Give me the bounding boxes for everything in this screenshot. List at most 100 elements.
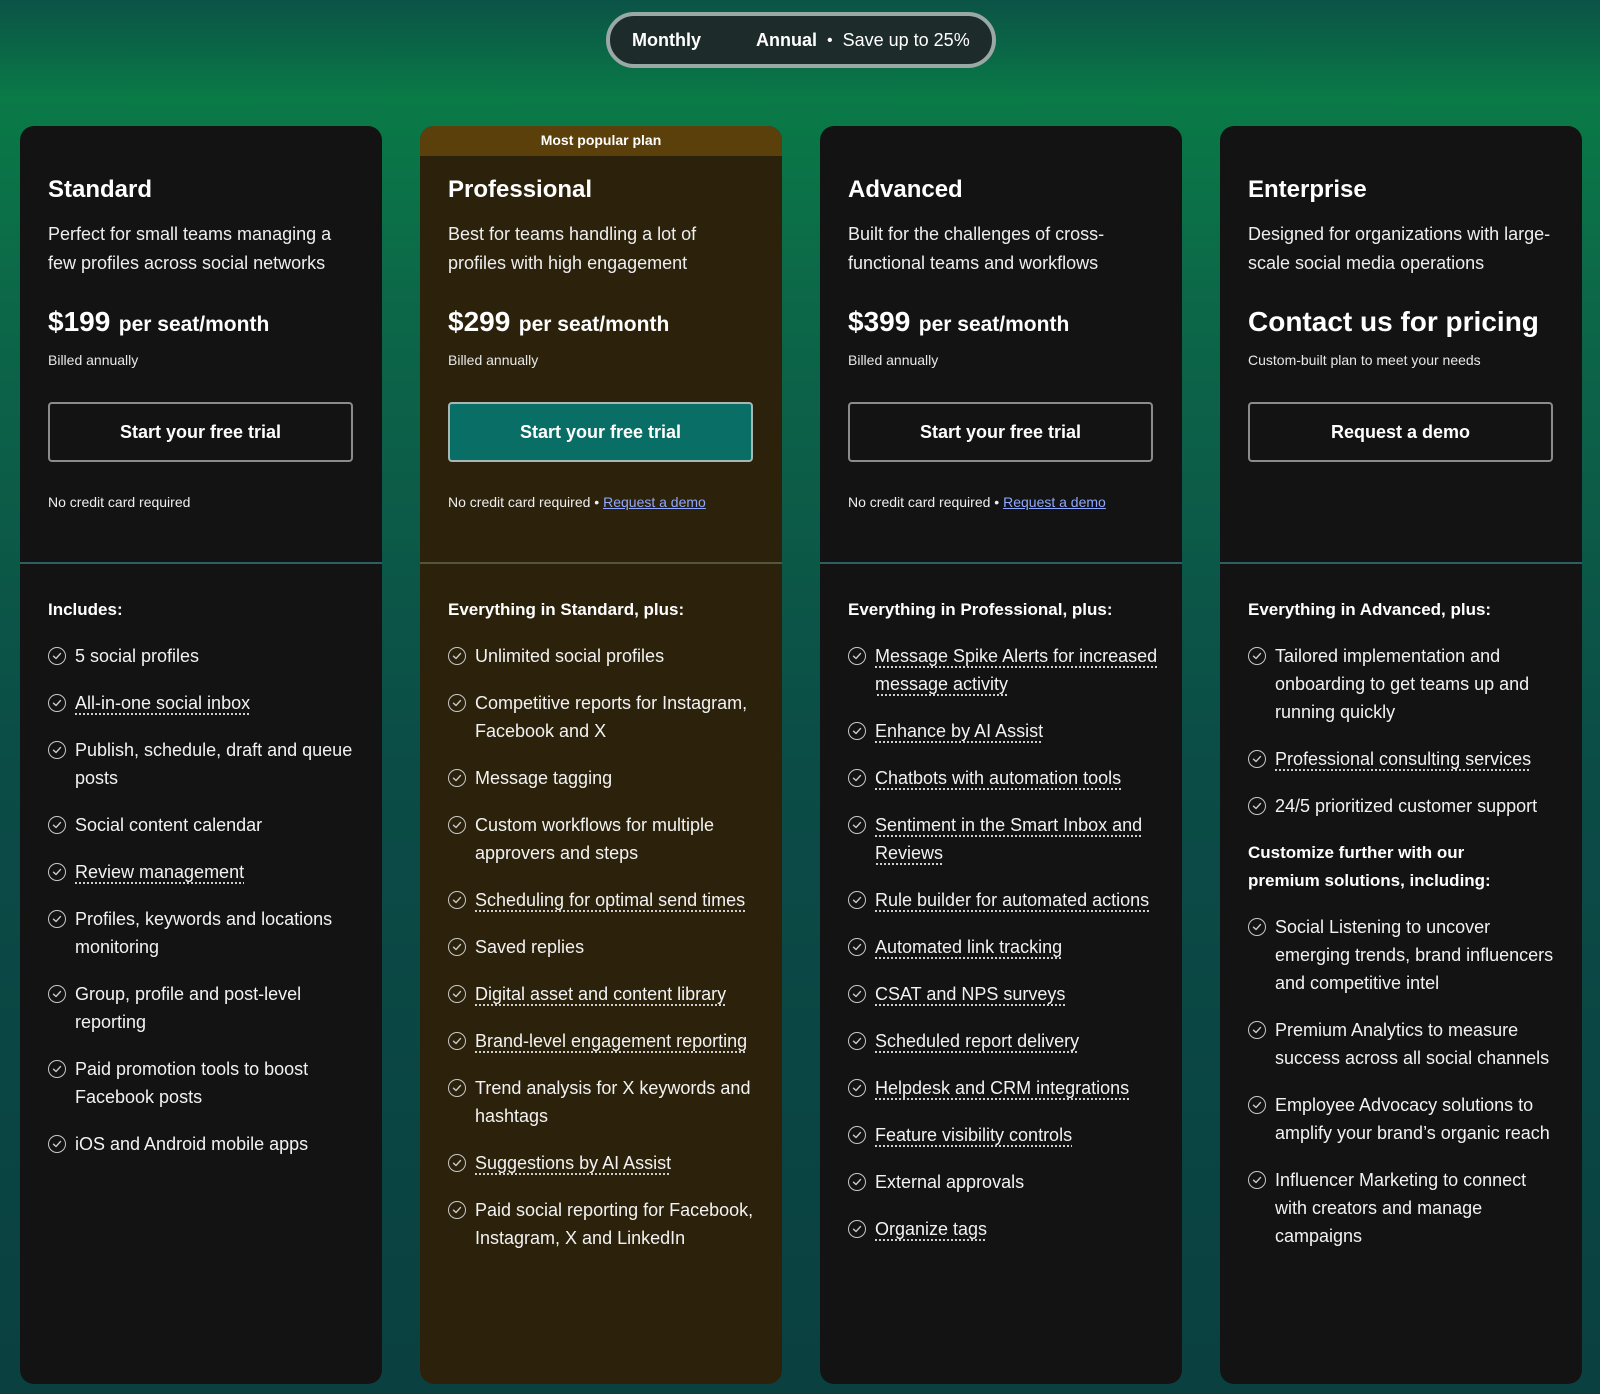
check-circle-icon bbox=[48, 1135, 66, 1153]
divider bbox=[820, 562, 1182, 564]
check-circle-icon bbox=[848, 985, 866, 1003]
feature-item: Saved replies bbox=[448, 933, 762, 961]
feature-text: Paid social reporting for Facebook, Inst… bbox=[475, 1200, 754, 1248]
toggle-monthly[interactable]: Monthly bbox=[632, 30, 701, 51]
feature-item: Profiles, keywords and locations monitor… bbox=[48, 905, 362, 961]
feature-text[interactable]: Rule builder for automated actions bbox=[875, 890, 1150, 912]
most-popular-banner: Most popular plan bbox=[420, 126, 782, 156]
feature-text[interactable]: Review management bbox=[75, 862, 245, 884]
check-circle-icon bbox=[448, 647, 466, 665]
start-trial-button[interactable]: Start your free trial bbox=[448, 402, 753, 462]
check-circle-icon bbox=[448, 1032, 466, 1050]
custom-plan-note: Custom-built plan to meet your needs bbox=[1248, 352, 1481, 368]
start-trial-button[interactable]: Start your free trial bbox=[848, 402, 1153, 462]
toggle-save-label: Save up to 25% bbox=[842, 30, 970, 50]
feature-item: Rule builder for automated actions bbox=[848, 886, 1162, 914]
feature-text[interactable]: Feature visibility controls bbox=[875, 1125, 1073, 1147]
feature-item: Suggestions by AI Assist bbox=[448, 1149, 762, 1177]
check-circle-icon bbox=[848, 722, 866, 740]
feature-item: Social content calendar bbox=[48, 811, 362, 839]
check-circle-icon bbox=[48, 694, 66, 712]
feature-item: Paid social reporting for Facebook, Inst… bbox=[448, 1196, 762, 1252]
request-demo-button[interactable]: Request a demo bbox=[1248, 402, 1553, 462]
billing-toggle[interactable]: Monthly Annual • Save up to 25% bbox=[606, 12, 996, 68]
feature-item: Message tagging bbox=[448, 764, 762, 792]
feature-item: Helpdesk and CRM integrations bbox=[848, 1074, 1162, 1102]
plan-price: $399 per seat/month bbox=[848, 306, 1069, 338]
feature-item: Digital asset and content library bbox=[448, 980, 762, 1008]
feature-item: Feature visibility controls bbox=[848, 1121, 1162, 1149]
feature-text[interactable]: Brand-level engagement reporting bbox=[475, 1031, 748, 1053]
feature-item: Chatbots with automation tools bbox=[848, 764, 1162, 792]
no-credit-card-note: No credit card required • Request a demo bbox=[848, 494, 1106, 510]
toggle-annual-label: Annual bbox=[756, 30, 817, 50]
premium-heading: Customize further with our premium solut… bbox=[1248, 843, 1491, 890]
feature-text[interactable]: Helpdesk and CRM integrations bbox=[875, 1078, 1130, 1100]
feature-item: Tailored implementation and onboarding t… bbox=[1248, 642, 1562, 726]
feature-text[interactable]: Automated link tracking bbox=[875, 937, 1063, 959]
feature-list: Everything in Advanced, plus: Tailored im… bbox=[1248, 596, 1562, 1269]
check-circle-icon bbox=[848, 1126, 866, 1144]
no-credit-card-note: No credit card required bbox=[48, 494, 190, 510]
feature-text[interactable]: CSAT and NPS surveys bbox=[875, 984, 1066, 1006]
divider bbox=[20, 562, 382, 564]
plan-description: Best for teams handling a lot of profile… bbox=[448, 224, 697, 273]
feature-text[interactable]: Message Spike Alerts for increased messa… bbox=[875, 646, 1158, 696]
separator-dot: • bbox=[827, 31, 833, 49]
check-circle-icon bbox=[1248, 1021, 1266, 1039]
request-demo-link[interactable]: Request a demo bbox=[1003, 494, 1106, 510]
feature-text[interactable]: Digital asset and content library bbox=[475, 984, 727, 1006]
feature-item: Paid promotion tools to boost Facebook p… bbox=[48, 1055, 362, 1111]
feature-item: Enhance by AI Assist bbox=[848, 717, 1162, 745]
feature-item: Organize tags bbox=[848, 1215, 1162, 1243]
plan-name: Professional bbox=[448, 176, 593, 203]
plan-card-enterprise: Enterprise Designed for organizations wi… bbox=[1220, 126, 1582, 1384]
feature-text[interactable]: Scheduled report delivery bbox=[875, 1031, 1080, 1053]
feature-text: 5 social profiles bbox=[75, 646, 200, 666]
feature-list: Includes: 5 social profiles All-in-one soc… bbox=[48, 596, 362, 1177]
feature-text: Influencer Marketing to connect with cre… bbox=[1275, 1170, 1527, 1246]
toggle-annual[interactable]: Annual • Save up to 25% bbox=[756, 30, 970, 51]
request-demo-link[interactable]: Request a demo bbox=[603, 494, 706, 510]
note-text: No credit card required bbox=[848, 494, 991, 510]
feature-item: Scheduled report delivery bbox=[848, 1027, 1162, 1055]
start-trial-button[interactable]: Start your free trial bbox=[48, 402, 353, 462]
check-circle-icon bbox=[1248, 750, 1266, 768]
check-circle-icon bbox=[1248, 1171, 1266, 1189]
feature-text[interactable]: Suggestions by AI Assist bbox=[475, 1153, 672, 1175]
check-circle-icon bbox=[448, 1079, 466, 1097]
features-heading: Everything in Standard, plus: bbox=[448, 600, 685, 619]
check-circle-icon bbox=[48, 647, 66, 665]
check-circle-icon bbox=[848, 647, 866, 665]
feature-text: Premium Analytics to measure success acr… bbox=[1275, 1020, 1550, 1068]
plan-description: Designed for organizations with large-sc… bbox=[1248, 224, 1551, 273]
feature-item: iOS and Android mobile apps bbox=[48, 1130, 362, 1158]
plan-description: Perfect for small teams managing a few p… bbox=[48, 224, 332, 273]
feature-text[interactable]: Organize tags bbox=[875, 1219, 988, 1241]
price-unit: per seat/month bbox=[118, 313, 270, 336]
feature-list: Everything in Standard, plus: Unlimited s… bbox=[448, 596, 762, 1271]
feature-text: Tailored implementation and onboarding t… bbox=[1275, 646, 1530, 722]
feature-text[interactable]: Sentiment in the Smart Inbox and Reviews bbox=[875, 815, 1143, 865]
divider bbox=[1220, 562, 1582, 564]
feature-item: Custom workflows for multiple approvers … bbox=[448, 811, 762, 867]
check-circle-icon bbox=[848, 1173, 866, 1191]
feature-text[interactable]: Scheduling for optimal send times bbox=[475, 890, 746, 912]
feature-item: CSAT and NPS surveys bbox=[848, 980, 1162, 1008]
feature-text: Paid promotion tools to boost Facebook p… bbox=[75, 1059, 309, 1107]
feature-text[interactable]: Professional consulting services bbox=[1275, 749, 1532, 771]
check-circle-icon bbox=[1248, 647, 1266, 665]
note-separator: • bbox=[594, 494, 604, 510]
feature-text[interactable]: All-in-one social inbox bbox=[75, 693, 251, 715]
plan-card-advanced: Advanced Built for the challenges of cro… bbox=[820, 126, 1182, 1384]
check-circle-icon bbox=[448, 1154, 466, 1172]
price-amount: $399 bbox=[848, 306, 911, 337]
feature-text: 24/5 prioritized customer support bbox=[1275, 796, 1538, 816]
check-circle-icon bbox=[848, 769, 866, 787]
feature-text: Unlimited social profiles bbox=[475, 646, 665, 666]
feature-text[interactable]: Enhance by AI Assist bbox=[875, 721, 1044, 743]
note-separator: • bbox=[994, 494, 1004, 510]
feature-text: iOS and Android mobile apps bbox=[75, 1134, 309, 1154]
feature-item: 5 social profiles bbox=[48, 642, 362, 670]
feature-text[interactable]: Chatbots with automation tools bbox=[875, 768, 1122, 790]
